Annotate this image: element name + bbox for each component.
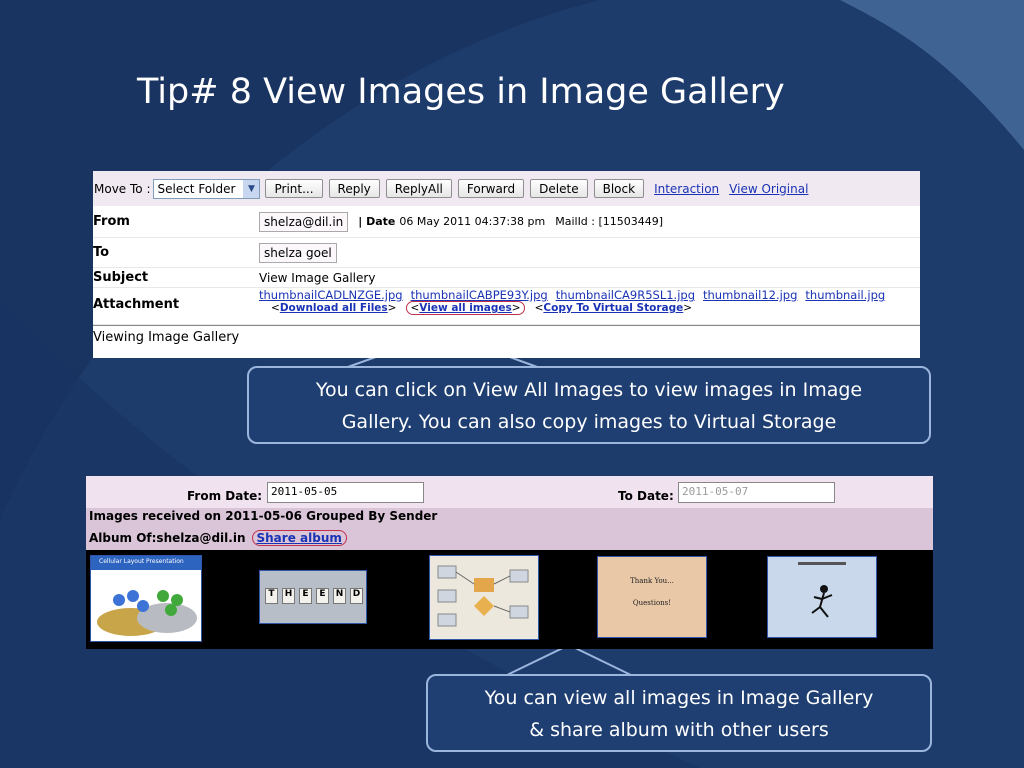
mail-toolbar: Move To : Select Folder ▼ Print... Reply… <box>93 171 920 206</box>
attachment-file[interactable]: thumbnail12.jpg <box>703 288 797 302</box>
share-album-link[interactable]: Share album <box>251 530 347 546</box>
thumbnail-strip: Cellular Layout Presentation T H E E N D <box>86 550 933 649</box>
callout-line: You can view all images in Image Gallery <box>484 687 874 709</box>
mail-body: Viewing Image Gallery <box>93 325 920 345</box>
copy-virtual-storage-link[interactable]: Copy To Virtual Storage <box>543 302 683 314</box>
attachment-file[interactable]: thumbnailCA9R5SL1.jpg <box>556 288 695 302</box>
image-thumbnail[interactable]: Cellular Layout Presentation <box>90 555 202 642</box>
print-button[interactable]: Print... <box>265 179 323 198</box>
folder-select-value: Select Folder <box>157 181 236 196</box>
date-value: 06 May 2011 04:37:38 pm <box>399 215 546 228</box>
to-label: To <box>93 245 110 260</box>
image-thumbnail[interactable] <box>429 555 539 640</box>
subject-value: View Image Gallery <box>259 270 376 285</box>
reply-all-button[interactable]: ReplyAll <box>385 179 452 198</box>
reply-button[interactable]: Reply <box>328 179 380 198</box>
move-to-label: Move To : <box>94 181 151 196</box>
callout-gallery: You can view all images in Image Gallery… <box>426 674 932 752</box>
to-date-label: To Date: <box>618 489 674 503</box>
album-header: Images received on 2011-05-06 Grouped By… <box>86 508 933 550</box>
thumbnail-subtitle: Questions! <box>632 599 672 607</box>
letter-tile: H <box>282 588 295 604</box>
from-date-label: From Date: <box>187 489 263 503</box>
folder-select[interactable]: Select Folder ▼ <box>153 178 261 199</box>
delete-button[interactable]: Delete <box>530 179 588 198</box>
thumbnail-title: Thank You... <box>630 577 674 585</box>
from-label: From <box>93 214 130 229</box>
view-all-images-oval: <View all images> <box>406 301 525 315</box>
from-row: From shelza@dil.in | Date 06 May 2011 04… <box>93 206 920 238</box>
letter-tile: N <box>333 588 346 604</box>
diagram-thumbnail-graphic <box>430 556 538 639</box>
figure-thumbnail-graphic <box>768 557 876 637</box>
attachment-area: thumbnailCADLNZGE.jpg thumbnailCABPE93Y.… <box>259 288 885 315</box>
mail-view: Move To : Select Folder ▼ Print... Reply… <box>93 171 920 358</box>
to-date-input[interactable]: 2011-05-07 <box>678 482 835 503</box>
interaction-link[interactable]: Interaction <box>654 182 719 196</box>
image-thumbnail[interactable]: Thank You... Questions! <box>597 556 707 638</box>
callout-line: You can click on View All Images to view… <box>315 379 863 401</box>
presentation-thumbnail-graphic <box>91 556 201 641</box>
group-heading: Images received on 2011-05-06 Grouped By… <box>89 509 438 523</box>
album-owner-row: Album Of:shelza@dil.in Share album <box>89 530 347 546</box>
attachment-file[interactable]: thumbnailCADLNZGE.jpg <box>259 288 403 302</box>
callout-line: Gallery. You can also copy images to Vir… <box>341 411 837 433</box>
attachment-files: thumbnailCADLNZGE.jpg thumbnailCABPE93Y.… <box>259 288 885 302</box>
to-value: shelza goel <box>259 242 337 263</box>
attachment-file[interactable]: thumbnailCABPE93Y.jpg <box>411 288 548 302</box>
image-gallery: From Date: 2011-05-05 To Date: 2011-05-0… <box>86 476 933 649</box>
attachment-file[interactable]: thumbnail.jpg <box>805 288 885 302</box>
image-thumbnail[interactable]: T H E E N D <box>259 570 367 624</box>
letter-tile: E <box>299 588 312 604</box>
subject-label: Subject <box>93 270 149 285</box>
letter-tile: T <box>265 588 278 604</box>
to-row: To shelza goel <box>93 238 920 268</box>
from-date-input[interactable]: 2011-05-05 <box>267 482 424 503</box>
from-value: shelza@dil.in <box>259 211 349 232</box>
view-all-images-link[interactable]: View all images <box>419 302 511 314</box>
view-original-link[interactable]: View Original <box>729 182 808 196</box>
date-label: | Date <box>358 215 396 228</box>
block-button[interactable]: Block <box>593 179 645 198</box>
callout-view-all: You can click on View All Images to view… <box>247 366 931 444</box>
album-owner: Album Of:shelza@dil.in <box>89 531 246 545</box>
forward-button[interactable]: Forward <box>457 179 525 198</box>
letter-tiles: T H E E N D <box>265 588 363 604</box>
callout-line: & share album with other users <box>529 719 829 741</box>
mail-id: MailId : [11503449] <box>555 215 664 228</box>
subject-row: Subject View Image Gallery <box>93 268 920 288</box>
chevron-down-icon[interactable]: ▼ <box>243 179 260 198</box>
slide-title: Tip# 8 View Images in Image Gallery <box>137 72 785 112</box>
letter-tile: E <box>316 588 329 604</box>
attachment-actions: <Download all Files> <View all images> <… <box>271 301 693 315</box>
thumbnail-caption: Cellular Layout Presentation <box>99 558 184 565</box>
letter-tile: D <box>350 588 363 604</box>
attachment-row: Attachment thumbnailCADLNZGE.jpg thumbna… <box>93 288 920 325</box>
download-all-link[interactable]: Download all Files <box>280 302 388 314</box>
attachment-label: Attachment <box>93 297 180 312</box>
image-thumbnail[interactable] <box>767 556 877 638</box>
date-filter-row: From Date: 2011-05-05 To Date: 2011-05-0… <box>86 476 933 508</box>
